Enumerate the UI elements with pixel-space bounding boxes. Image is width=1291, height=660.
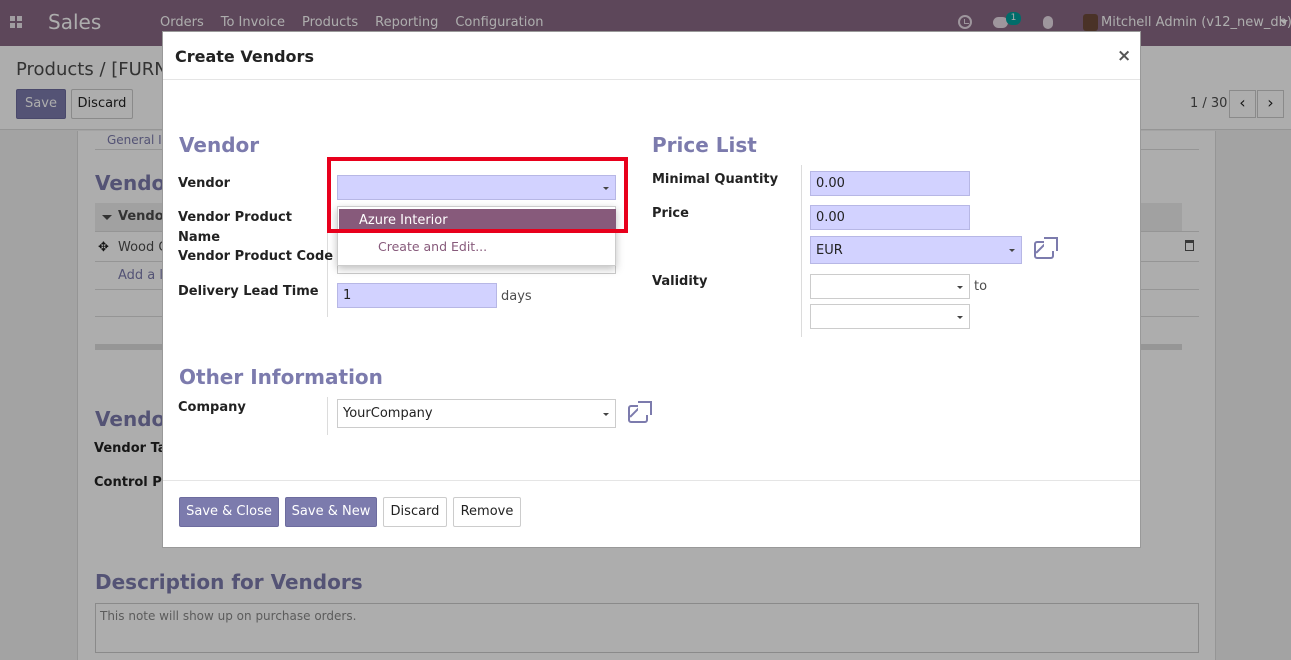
company-value: YourCompany [343, 406, 433, 421]
external-link-icon[interactable] [628, 401, 652, 423]
price-input[interactable]: 0.00 [810, 205, 970, 230]
remove-button[interactable]: Remove [453, 497, 521, 527]
other-information-group-title: Other Information [179, 365, 383, 389]
other-information-divider [327, 397, 328, 435]
delivery-lead-time-input[interactable]: 1 [337, 283, 497, 308]
chevron-down-icon[interactable] [957, 285, 963, 289]
minimal-quantity-input[interactable]: 0.00 [810, 171, 970, 196]
currency-select[interactable]: EUR [810, 236, 1022, 264]
vendor-group-title: Vendor [179, 133, 260, 157]
price-label: Price [652, 206, 689, 221]
lead-time-unit: days [501, 289, 532, 304]
save-and-new-button[interactable]: Save & New [285, 497, 377, 527]
chevron-down-icon[interactable] [1009, 249, 1015, 252]
currency-value: EUR [816, 242, 843, 258]
price-list-group-title: Price List [652, 133, 757, 157]
delivery-lead-time-value: 1 [343, 288, 352, 303]
close-icon[interactable]: × [1117, 46, 1131, 66]
dialog-title: Create Vendors [175, 47, 314, 66]
chevron-down-icon[interactable] [603, 412, 609, 416]
company-label: Company [178, 400, 246, 415]
price-list-group-divider [801, 165, 802, 337]
create-vendors-dialog: Create Vendors × Vendor Vendor Vendor Pr… [162, 31, 1141, 548]
delivery-lead-time-label: Delivery Lead Time [178, 284, 319, 299]
validity-to-label: to [974, 279, 988, 294]
validity-end-date-input[interactable] [810, 304, 970, 329]
vendor-label: Vendor [178, 176, 231, 191]
minimal-quantity-label: Minimal Quantity [652, 172, 779, 187]
vendor-product-name-label-line2: Name [178, 230, 221, 245]
dropdown-create-and-edit[interactable]: Create and Edit... [378, 239, 487, 254]
chevron-down-icon[interactable] [957, 315, 963, 319]
discard-button[interactable]: Discard [383, 497, 447, 527]
validity-start-date-input[interactable] [810, 274, 970, 299]
highlight-annotation-box [327, 157, 628, 233]
company-select[interactable]: YourCompany [337, 399, 616, 428]
dialog-header-divider [163, 79, 1140, 80]
vendor-product-name-label: Vendor Product [178, 210, 292, 225]
external-link-icon[interactable] [1034, 237, 1058, 259]
save-and-close-button[interactable]: Save & Close [179, 497, 279, 527]
validity-label: Validity [652, 274, 708, 289]
minimal-quantity-value: 0.00 [816, 176, 845, 191]
dialog-footer-divider [163, 480, 1140, 481]
vendor-product-code-label: Vendor Product Code [178, 249, 334, 264]
price-value: 0.00 [816, 210, 845, 225]
